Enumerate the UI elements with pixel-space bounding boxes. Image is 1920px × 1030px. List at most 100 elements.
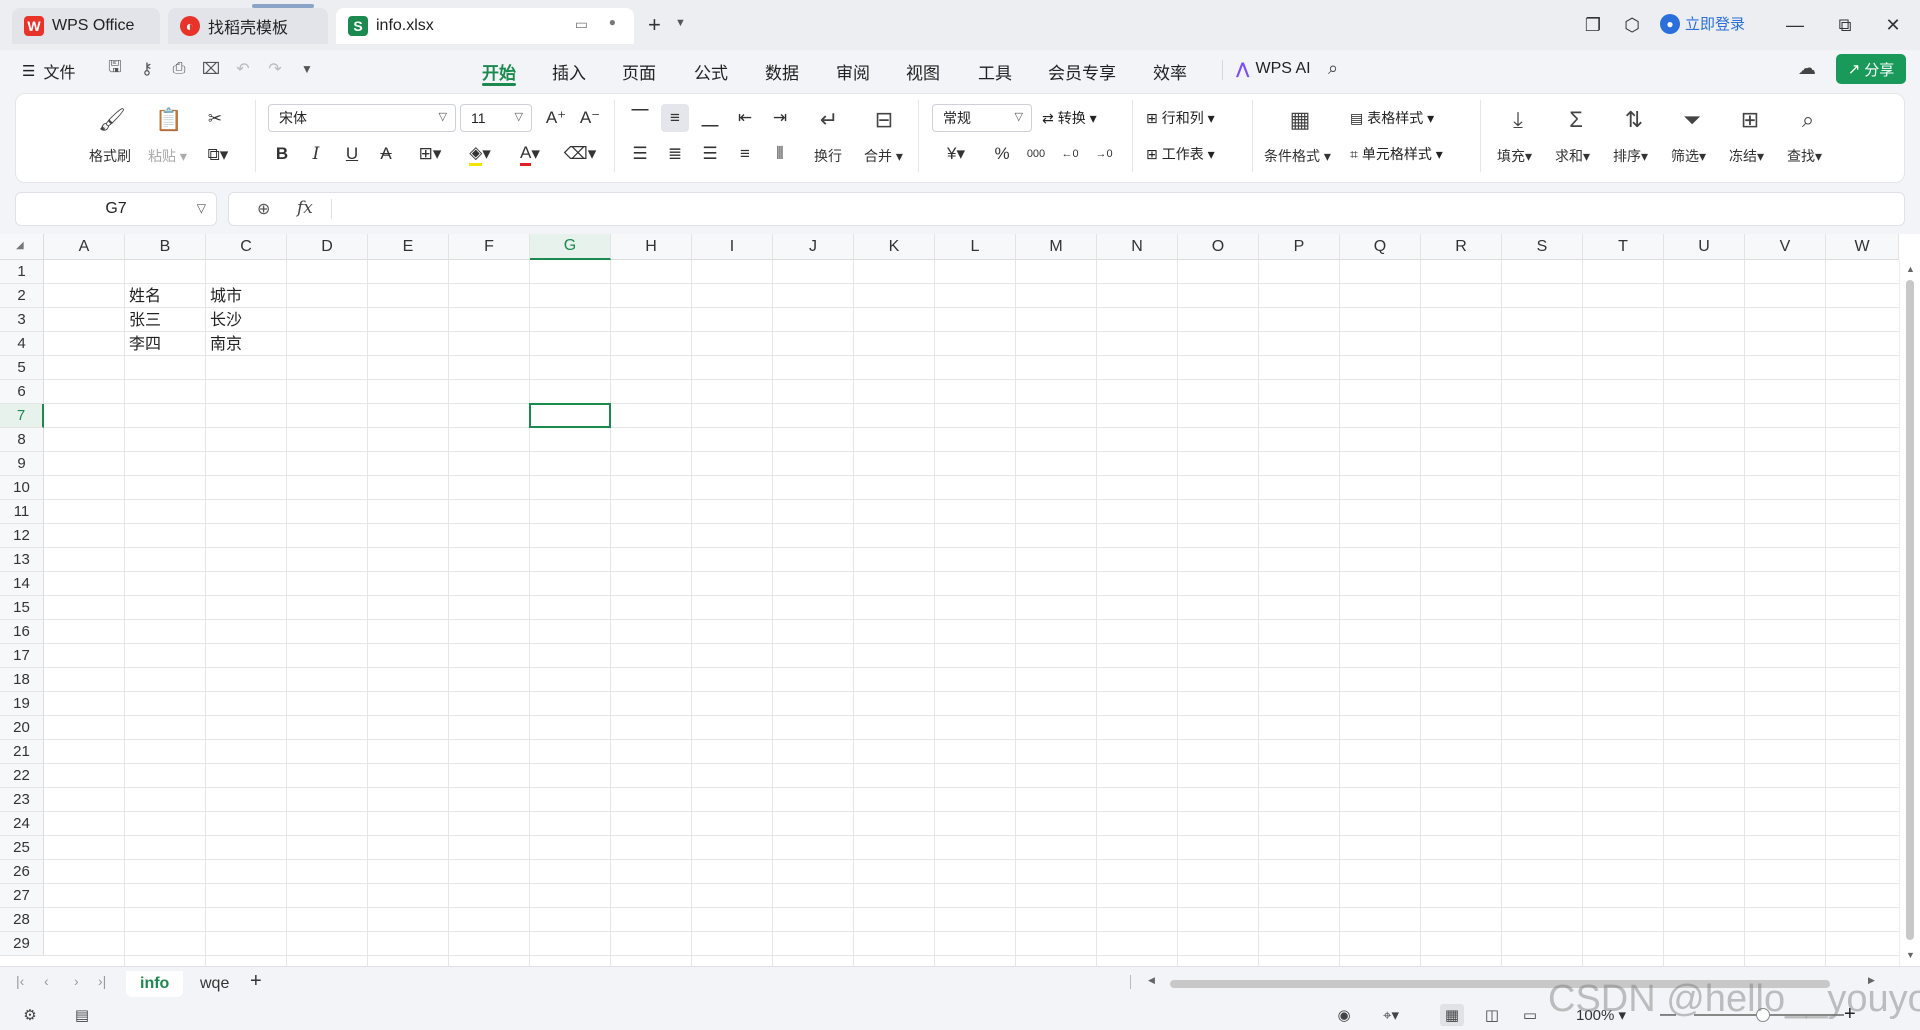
justify-icon[interactable]: ≡	[731, 140, 759, 168]
tab-insert[interactable]: 插入	[552, 59, 586, 84]
filter-label[interactable]: 筛选▾	[1671, 146, 1706, 166]
row-header-28[interactable]: 28	[0, 908, 44, 932]
column-header-p[interactable]: P	[1259, 234, 1340, 260]
tab-wps-office[interactable]: W WPS Office	[12, 8, 160, 44]
column-header-k[interactable]: K	[854, 234, 935, 260]
prev-sheet-icon[interactable]: ‹	[44, 973, 49, 989]
row-header-29[interactable]: 29	[0, 932, 44, 956]
italic-icon[interactable]: I	[302, 140, 330, 168]
row-header-1[interactable]: 1	[0, 260, 44, 284]
increase-indent-icon[interactable]: ⇥	[766, 104, 794, 132]
save-icon[interactable]: 🖫	[104, 58, 126, 80]
tab-info-xlsx[interactable]: S info.xlsx ▭ ●	[336, 8, 634, 44]
zoom-in-icon[interactable]: +	[1844, 1003, 1856, 1026]
add-sheet-icon[interactable]: +	[250, 970, 262, 993]
row-header-21[interactable]: 21	[0, 740, 44, 764]
wrap-text-icon[interactable]: ↵	[813, 104, 845, 136]
thousands-icon[interactable]: 000	[1022, 140, 1050, 168]
scroll-up-icon[interactable]: ▲	[1906, 264, 1915, 274]
row-header-7[interactable]: 7	[0, 404, 44, 428]
scroll-down-icon[interactable]: ▼	[1906, 950, 1915, 960]
macro-icon[interactable]: ⚙	[18, 1004, 42, 1026]
row-header-11[interactable]: 11	[0, 500, 44, 524]
paste-label[interactable]: 粘贴 ▾	[148, 146, 187, 166]
row-header-17[interactable]: 17	[0, 644, 44, 668]
number-format-select[interactable]: 常规 ▽	[932, 104, 1032, 132]
first-sheet-icon[interactable]: |‹	[16, 973, 24, 989]
cube-icon[interactable]: ⬡	[1617, 10, 1647, 40]
row-header-19[interactable]: 19	[0, 692, 44, 716]
row-header-4[interactable]: 4	[0, 332, 44, 356]
sort-icon[interactable]: ⇅	[1618, 104, 1650, 136]
column-header-f[interactable]: F	[449, 234, 530, 260]
clear-format-icon[interactable]: ⌫▾	[560, 140, 600, 168]
wrap-text-label[interactable]: 换行	[814, 146, 842, 166]
more-chevron-icon[interactable]: ▼	[296, 58, 318, 80]
row-header-13[interactable]: 13	[0, 548, 44, 572]
find-label[interactable]: 查找▾	[1787, 146, 1822, 166]
login-button[interactable]: ● 立即登录	[1660, 13, 1745, 34]
currency-icon[interactable]: ¥ ▾	[936, 140, 976, 168]
tab-tools[interactable]: 工具	[978, 59, 1012, 84]
normal-view-icon[interactable]: ▦	[1440, 1004, 1464, 1026]
redo-icon[interactable]: ↷	[264, 58, 286, 80]
align-middle-icon[interactable]: ≡	[661, 104, 689, 132]
restore-icon[interactable]: ⧉	[1830, 10, 1860, 40]
decrease-decimal-icon[interactable]: →0	[1090, 140, 1118, 168]
zoom-formula-icon[interactable]: ⊕	[257, 199, 270, 219]
worksheet-button[interactable]: ⊞ 工作表 ▾	[1146, 144, 1215, 164]
column-header-h[interactable]: H	[611, 234, 692, 260]
rows-cols-button[interactable]: ⊞ 行和列 ▾	[1146, 108, 1215, 128]
font-size-select[interactable]: 11 ▽	[460, 104, 532, 132]
convert-button[interactable]: ⇄ 转换 ▾	[1042, 108, 1097, 128]
align-bottom-icon[interactable]: ⎽	[696, 104, 724, 132]
row-header-10[interactable]: 10	[0, 476, 44, 500]
column-header-i[interactable]: I	[692, 234, 773, 260]
tab-view[interactable]: 视图	[906, 59, 940, 84]
close-icon[interactable]: ✕	[1878, 10, 1908, 40]
freeze-icon[interactable]: ⊞	[1734, 104, 1766, 136]
cell-style-button[interactable]: ⌗ 单元格样式 ▾	[1350, 144, 1443, 164]
column-header-o[interactable]: O	[1178, 234, 1259, 260]
page-break-view-icon[interactable]: ◫	[1480, 1004, 1504, 1026]
format-painter-label[interactable]: 格式刷	[89, 146, 131, 166]
zoom-out-icon[interactable]: —	[1660, 1006, 1676, 1024]
select-all-corner[interactable]: ◢	[0, 234, 44, 260]
tab-docer-templates[interactable]: ◐ 找稻壳模板	[168, 8, 328, 44]
strikethrough-icon[interactable]: A	[372, 140, 400, 168]
eye-icon[interactable]: ◉	[1332, 1004, 1356, 1026]
row-header-12[interactable]: 12	[0, 524, 44, 548]
locate-icon[interactable]: ⌖▾	[1374, 1004, 1408, 1026]
cell-c4[interactable]: 南京	[206, 332, 287, 356]
row-header-27[interactable]: 27	[0, 884, 44, 908]
column-header-j[interactable]: J	[773, 234, 854, 260]
column-header-w[interactable]: W	[1826, 234, 1899, 260]
freeze-label[interactable]: 冻结▾	[1729, 146, 1764, 166]
undo-icon[interactable]: ↶	[232, 58, 254, 80]
sheet-tab-info[interactable]: info	[126, 971, 184, 997]
font-color-icon[interactable]: A ▾	[510, 140, 550, 168]
font-name-select[interactable]: 宋体 ▽	[268, 104, 456, 132]
row-header-20[interactable]: 20	[0, 716, 44, 740]
sum-label[interactable]: 求和▾	[1555, 146, 1590, 166]
tab-efficiency[interactable]: 效率	[1153, 59, 1187, 84]
zoom-slider-handle[interactable]	[1756, 1008, 1770, 1022]
row-header-9[interactable]: 9	[0, 452, 44, 476]
row-header-26[interactable]: 26	[0, 860, 44, 884]
spreadsheet-grid[interactable]: ◢ ABCDEFGHIJKLMNOPQRSTUVW 1 2 3 4 5 6 7 8 9 10 11 1…	[0, 234, 1920, 966]
decrease-indent-icon[interactable]: ⇤	[731, 104, 759, 132]
column-header-q[interactable]: Q	[1340, 234, 1421, 260]
scroll-left-icon[interactable]: ◀	[1148, 975, 1155, 986]
fill-label[interactable]: 填充▾	[1497, 146, 1532, 166]
merge-icon[interactable]: ⊟	[868, 104, 900, 136]
column-header-e[interactable]: E	[368, 234, 449, 260]
column-header-m[interactable]: M	[1016, 234, 1097, 260]
find-icon[interactable]: ⌕	[1792, 104, 1824, 136]
monitor-icon[interactable]: ▭	[575, 16, 588, 33]
fill-icon[interactable]: ⤓	[1502, 104, 1534, 136]
column-header-s[interactable]: S	[1502, 234, 1583, 260]
sum-icon[interactable]: Σ	[1560, 104, 1592, 136]
chevron-down-icon[interactable]: ▼	[675, 17, 686, 29]
scroll-right-icon[interactable]: ▶	[1868, 975, 1875, 986]
file-menu[interactable]: ☰ 文件	[22, 59, 75, 83]
